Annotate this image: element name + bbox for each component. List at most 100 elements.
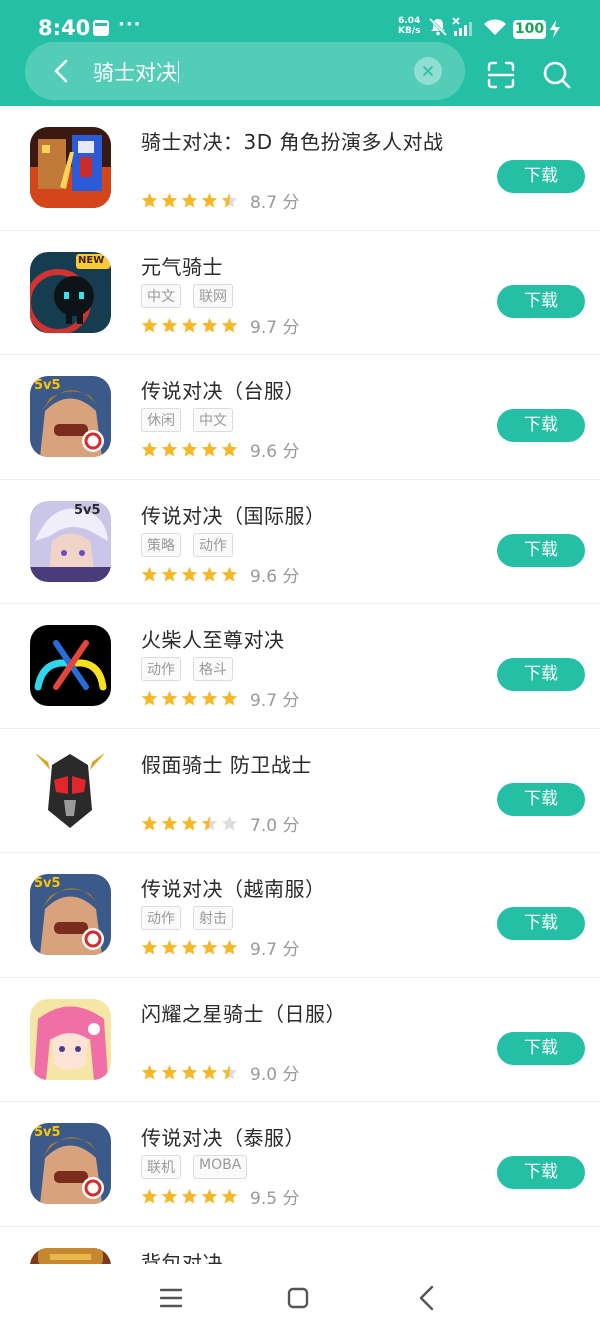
aov-icon[interactable]: 5v5 xyxy=(30,1123,111,1204)
star-full-icon xyxy=(201,1064,218,1080)
network-speed-value: 6.04 xyxy=(398,16,421,26)
star-full-icon xyxy=(161,690,178,706)
aov-icon[interactable]: 5v5 xyxy=(30,874,111,955)
star-full-icon xyxy=(181,192,198,208)
aov-5v5-badge: 5v5 xyxy=(74,502,101,518)
download-button[interactable]: 下载 xyxy=(497,1156,585,1189)
app-rating: 9.0 分 xyxy=(141,1060,299,1085)
star-full-icon xyxy=(141,566,158,582)
app-tags: 休闲 中文 xyxy=(141,408,245,432)
star-full-icon xyxy=(201,317,218,333)
app-score: 9.6 分 xyxy=(250,566,300,587)
anime-girl-icon[interactable] xyxy=(30,998,111,1080)
list-item[interactable]: 骑士对决：3D 角色扮演多人对战 8.7 分 下载 xyxy=(0,106,600,231)
app-score: 9.7 分 xyxy=(250,940,300,960)
app-tag: 联网 xyxy=(193,283,233,308)
recent-apps-icon[interactable] xyxy=(158,1286,184,1310)
backpack-battle-icon[interactable] xyxy=(30,1247,111,1264)
app-rating: 9.7 分 xyxy=(141,313,299,338)
status-time: 8:40 xyxy=(38,16,91,40)
app-name: 骑士对决：3D 角色扮演多人对战 xyxy=(141,130,444,154)
app-score: 7.0 分 xyxy=(250,815,300,836)
app-tag: 中文 xyxy=(193,408,233,432)
app-score: 9.7 分 xyxy=(250,317,300,338)
list-item[interactable]: 闪耀之星骑士（日服） 9.0 分 下载 xyxy=(0,978,600,1102)
app-rating: 9.7 分 xyxy=(141,686,299,711)
star-full-icon xyxy=(201,939,218,955)
download-button[interactable]: 下载 xyxy=(497,284,585,318)
battery-indicator: 100 xyxy=(513,20,546,39)
star-empty-icon xyxy=(221,815,238,831)
search-bar[interactable]: 骑士对决 xyxy=(25,42,465,100)
download-button[interactable]: 下载 xyxy=(497,907,585,940)
clear-search-button[interactable] xyxy=(414,57,442,85)
search-icon[interactable] xyxy=(542,60,572,90)
list-item[interactable]: 背包对决 xyxy=(0,1227,600,1264)
knight-duel-icon[interactable] xyxy=(30,127,111,208)
star-half-icon xyxy=(221,1064,238,1080)
star-full-icon xyxy=(221,939,238,955)
app-tag: 射击 xyxy=(193,906,233,930)
star-full-icon xyxy=(161,1064,178,1080)
download-button[interactable]: 下载 xyxy=(497,533,585,567)
star-full-icon xyxy=(141,1064,158,1080)
star-full-icon xyxy=(181,566,198,582)
aov-intl-icon[interactable]: 5v5 xyxy=(30,500,111,582)
star-half-icon xyxy=(221,192,238,208)
list-item[interactable]: NEW 元气骑士 中文 联网 9.7 分 下载 xyxy=(0,231,600,355)
app-name: 传说对决（台服） xyxy=(141,379,305,403)
aov-5v5-badge: 5v5 xyxy=(34,876,61,891)
home-icon[interactable] xyxy=(286,1286,310,1310)
app-tags: 联机 MOBA xyxy=(141,1155,259,1179)
star-full-icon xyxy=(161,815,178,831)
app-name: 传说对决（国际服） xyxy=(141,503,326,528)
soul-knight-icon[interactable]: NEW xyxy=(30,251,111,333)
list-item[interactable]: 火柴人至尊对决 动作 格斗 9.7 分 下载 xyxy=(0,604,600,729)
star-full-icon xyxy=(161,939,178,955)
stickman-icon[interactable] xyxy=(30,625,111,706)
aov-icon[interactable]: 5v5 xyxy=(30,376,111,457)
list-item[interactable]: 5v5 传说对决（越南服） 动作 射击 9.7 分 下载 xyxy=(0,853,600,978)
list-item[interactable]: 5v5 传说对决（国际服） 策略 动作 9.6 分 下载 xyxy=(0,480,600,604)
aov-5v5-badge: 5v5 xyxy=(34,378,61,393)
star-full-icon xyxy=(141,441,158,457)
star-full-icon xyxy=(181,1064,198,1080)
back-arrow-icon[interactable] xyxy=(49,58,75,84)
app-score: 9.7 分 xyxy=(250,691,300,711)
search-results-list[interactable]: 骑士对决：3D 角色扮演多人对战 8.7 分 下载 NEW 元气骑士 中文 联网 xyxy=(0,106,600,1264)
star-full-icon xyxy=(221,1188,238,1204)
star-full-icon xyxy=(141,815,158,831)
back-icon[interactable] xyxy=(414,1284,440,1312)
more-notifications-icon: ··· xyxy=(118,14,142,35)
system-nav-bar xyxy=(0,1264,600,1333)
app-score: 9.6 分 xyxy=(250,442,300,462)
app-score: 9.5 分 xyxy=(250,1189,300,1209)
download-button[interactable]: 下载 xyxy=(497,658,585,691)
download-button[interactable]: 下载 xyxy=(497,409,585,442)
list-item[interactable]: 假面骑士 防卫战士 7.0 分 下载 xyxy=(0,729,600,853)
app-tag: 格斗 xyxy=(193,657,233,681)
download-button[interactable]: 下载 xyxy=(497,1031,585,1065)
scan-icon[interactable] xyxy=(486,60,516,90)
app-tags: 动作 射击 xyxy=(141,906,245,930)
list-item[interactable]: 5v5 传说对决（台服） 休闲 中文 9.6 分 下载 xyxy=(0,355,600,480)
app-score: 9.0 分 xyxy=(250,1064,300,1085)
star-full-icon xyxy=(201,441,218,457)
download-button[interactable]: 下载 xyxy=(497,160,585,193)
star-full-icon xyxy=(161,1188,178,1204)
wifi-icon xyxy=(484,19,506,35)
star-full-icon xyxy=(141,690,158,706)
app-tag: 联机 xyxy=(141,1155,181,1179)
star-full-icon xyxy=(201,1188,218,1204)
app-tag: MOBA xyxy=(193,1155,248,1179)
list-item[interactable]: 5v5 传说对决（泰服） 联机 MOBA 9.5 分 下载 xyxy=(0,1102,600,1227)
download-button[interactable]: 下载 xyxy=(497,782,585,816)
search-input[interactable]: 骑士对决 xyxy=(93,57,179,87)
text-cursor xyxy=(178,61,179,83)
app-tag: 休闲 xyxy=(141,408,181,432)
charging-icon xyxy=(550,20,560,38)
mute-bell-icon xyxy=(428,17,448,37)
kamen-rider-icon[interactable] xyxy=(30,749,111,831)
app-rating: 9.7 分 xyxy=(141,935,299,960)
star-full-icon xyxy=(201,690,218,706)
